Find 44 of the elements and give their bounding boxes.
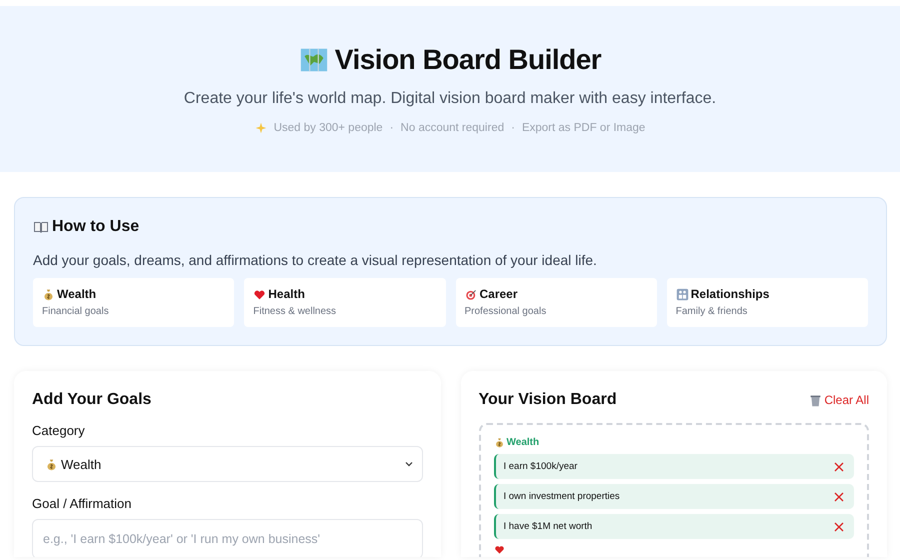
people-icon bbox=[676, 288, 689, 300]
close-icon bbox=[834, 522, 844, 532]
goal-text: I have $1M net worth bbox=[504, 521, 592, 532]
category-name: Health bbox=[268, 287, 305, 301]
page-title: Vision Board Builder bbox=[298, 44, 602, 76]
close-icon bbox=[834, 462, 844, 472]
goal-input[interactable]: e.g., 'I earn $100k/year' or 'I run my own business' bbox=[32, 519, 422, 557]
clear-all-button[interactable]: Clear All bbox=[809, 393, 869, 407]
instructions-text: Add your goals, dreams, and affirmations to create a visual representation of your ideal life. bbox=[33, 252, 598, 268]
money-bag-icon bbox=[42, 288, 55, 300]
field-label: Category bbox=[32, 423, 86, 438]
remove-button[interactable] bbox=[834, 462, 844, 472]
subtitle: Create your life's world map. Digital vision board maker with easy interface. bbox=[184, 90, 716, 108]
category-description: Fitness & wellness bbox=[253, 306, 338, 317]
money-bag-icon bbox=[45, 458, 58, 470]
separator-dot: · bbox=[511, 122, 515, 134]
remove-button[interactable] bbox=[834, 492, 844, 502]
target-icon bbox=[464, 288, 478, 300]
goal-text: I own investment properties bbox=[504, 491, 620, 502]
category-description: Professional goals bbox=[464, 306, 548, 317]
category-name: Relationships bbox=[690, 287, 770, 301]
trash-icon bbox=[809, 394, 822, 406]
close-icon bbox=[834, 492, 844, 502]
sparkle-icon bbox=[254, 122, 267, 134]
panel-title: Add Your Goals bbox=[32, 391, 152, 409]
heart-icon bbox=[253, 288, 266, 300]
category-name: Wealth bbox=[57, 287, 96, 301]
category-description: Financial goals bbox=[42, 306, 110, 317]
group-label: Wealth bbox=[506, 437, 540, 448]
category-description: Family & friends bbox=[676, 306, 748, 317]
field-label: Goal / Affirmation bbox=[32, 496, 132, 511]
section-title: How to Use bbox=[33, 218, 868, 236]
feature-note: No account required bbox=[400, 122, 504, 134]
chevron-down-icon bbox=[404, 459, 414, 469]
goal-text: I earn $100k/year bbox=[504, 461, 578, 472]
category-select[interactable]: Wealth bbox=[32, 446, 422, 482]
feature-note: Used by 300+ people bbox=[274, 122, 383, 134]
separator-dot: · bbox=[390, 122, 394, 134]
remove-button[interactable] bbox=[834, 522, 844, 532]
panel-title: Your Vision Board bbox=[478, 391, 617, 409]
book-icon bbox=[33, 219, 49, 235]
money-bag-icon bbox=[494, 437, 504, 448]
category-name: Career bbox=[480, 287, 518, 301]
feature-note: Export as PDF or Image bbox=[522, 122, 646, 134]
